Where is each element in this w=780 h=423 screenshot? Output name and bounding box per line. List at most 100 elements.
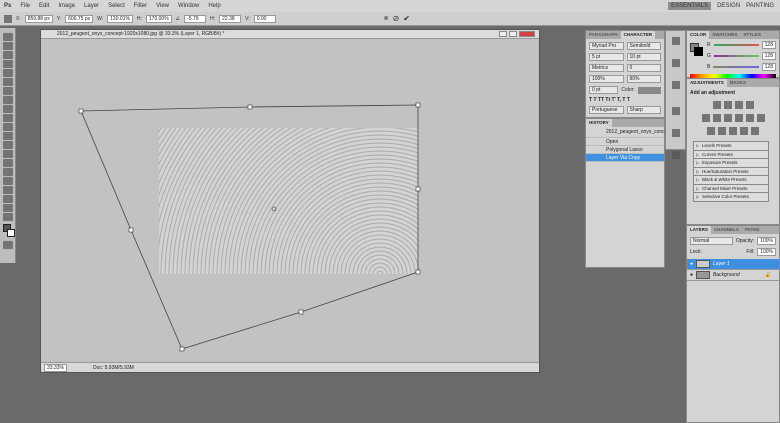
menu-window[interactable]: Window [178,3,199,9]
navigator-icon[interactable] [672,129,680,137]
close-button[interactable] [519,31,535,37]
opacity-field[interactable]: 100% [757,237,776,245]
blur-tool-icon[interactable] [3,141,13,149]
shape-tool-icon[interactable] [3,186,13,194]
vertical-scale-field[interactable]: 100% [589,75,624,83]
hand-tool-icon[interactable] [3,204,13,212]
red-field[interactable]: 128 [761,41,776,49]
layer-row[interactable]: ● Background 🔒 [687,270,779,281]
color-swatches[interactable] [2,224,15,238]
canvas[interactable] [41,39,539,361]
blue-field[interactable]: 128 [761,63,776,71]
pen-tool-icon[interactable] [3,159,13,167]
warp-icon[interactable]: ⌘ [384,16,389,22]
preset-item[interactable]: Hue/Saturation Presets [693,167,769,176]
posterize-icon[interactable] [718,127,726,135]
text-color-swatch[interactable] [637,86,661,94]
baseline-shift-field[interactable]: 0 pt [589,86,619,94]
menu-edit[interactable]: Edit [39,3,49,9]
dodge-tool-icon[interactable] [3,150,13,158]
tab-adjustments[interactable]: ADJUSTMENTS [687,79,727,87]
antialias-select[interactable]: Sharp [626,106,661,114]
lasso-tool-icon[interactable] [3,51,13,59]
reference-point-icon[interactable] [4,14,12,23]
tab-channels[interactable]: CHANNELS [711,226,742,234]
preset-item[interactable]: Black & White Presets [693,176,769,185]
channel-mixer-icon[interactable] [756,114,765,122]
blue-slider[interactable] [713,66,759,68]
3d-panel-icon[interactable] [672,81,680,89]
photo-filter-icon[interactable] [745,114,754,122]
menu-layer[interactable]: Layer [84,3,99,9]
green-slider[interactable] [713,55,759,57]
tab-character[interactable]: CHARACTER [620,31,656,39]
font-size-field[interactable]: 5 pt [589,53,624,61]
crop-tool-icon[interactable] [3,69,13,77]
workspace-design[interactable]: DESIGN [717,3,740,9]
red-slider[interactable] [713,44,759,46]
tab-paragraph[interactable]: PARAGRAPH [586,31,621,39]
tab-layers[interactable]: LAYERS [687,226,711,234]
history-item[interactable]: Polygonal Lasso [586,146,664,154]
preset-item[interactable]: Channel Mixer Presets [693,184,769,193]
menu-filter[interactable]: Filter [134,3,147,9]
black-white-icon[interactable] [734,114,743,122]
hskew-field[interactable]: 22.38 [219,14,242,23]
font-family-select[interactable]: Myriad Pro [589,42,624,50]
font-style-select[interactable]: Semibold [626,42,661,50]
marquee-tool-icon[interactable] [3,42,13,50]
document-title-bar[interactable]: 2012_peugeot_onyx_concept-1920x1080.jpg … [41,30,539,39]
brightness-icon[interactable] [712,101,721,109]
type-tool-icon[interactable] [3,168,13,176]
threshold-icon[interactable] [729,127,737,135]
invert-icon[interactable] [707,127,715,135]
eye-icon[interactable]: ● [690,261,693,267]
vskew-field[interactable]: 0.00 [253,14,276,23]
quick-mask-icon[interactable] [3,241,13,249]
commit-transform-icon[interactable]: ✔ [403,14,410,23]
brush-tool-icon[interactable] [3,96,13,104]
3d-tool-icon[interactable] [3,195,13,203]
brush-panel-icon[interactable] [672,37,680,45]
levels-icon[interactable] [723,101,732,109]
quick-select-tool-icon[interactable] [3,60,13,68]
info-icon[interactable] [672,151,680,159]
tab-swatches[interactable]: SWATCHES [709,31,740,39]
menu-file[interactable]: File [20,3,30,9]
preset-item[interactable]: Levels Presets [693,142,769,151]
x-field[interactable]: 859.88 px [24,14,53,23]
tracking-field[interactable]: 0 [626,64,661,72]
angle-field[interactable]: -5.79 [184,14,207,23]
workspace-painting[interactable]: PAINTING [746,3,774,9]
preset-item[interactable]: Selective Color Presets [693,193,769,202]
color-balance-icon[interactable] [723,114,732,122]
menu-help[interactable]: Help [208,3,220,9]
cancel-transform-icon[interactable]: ⊘ [393,14,400,23]
actions-icon[interactable] [672,107,680,115]
background-color[interactable] [7,229,15,237]
zoom-tool-icon[interactable] [3,213,13,221]
kerning-field[interactable]: Metrics [589,64,624,72]
selective-color-icon[interactable] [751,127,759,135]
tab-styles[interactable]: STYLES [740,31,764,39]
minimize-button[interactable] [499,31,507,37]
height-field[interactable]: 170.00% [145,14,172,23]
menu-select[interactable]: Select [108,3,125,9]
history-item[interactable]: Open [586,138,664,146]
type-style-buttons[interactable]: T T TT Tt T' T, T T [589,97,661,103]
move-tool-icon[interactable] [3,33,13,41]
healing-tool-icon[interactable] [3,87,13,95]
stamp-tool-icon[interactable] [3,105,13,113]
history-brush-icon[interactable] [3,114,13,122]
history-item[interactable]: Layer Via Copy [586,154,664,162]
eraser-tool-icon[interactable] [3,123,13,131]
tab-history[interactable]: HISTORY [586,119,612,127]
leading-field[interactable]: 10 pt [626,53,661,61]
menu-view[interactable]: View [156,3,169,9]
blend-mode-select[interactable]: Normal [690,237,733,245]
tab-masks[interactable]: MASKS [727,79,749,87]
language-select[interactable]: Portuguese [589,106,624,114]
fill-field[interactable]: 100% [757,248,776,256]
hue-saturation-icon[interactable] [712,114,721,122]
path-select-tool-icon[interactable] [3,177,13,185]
